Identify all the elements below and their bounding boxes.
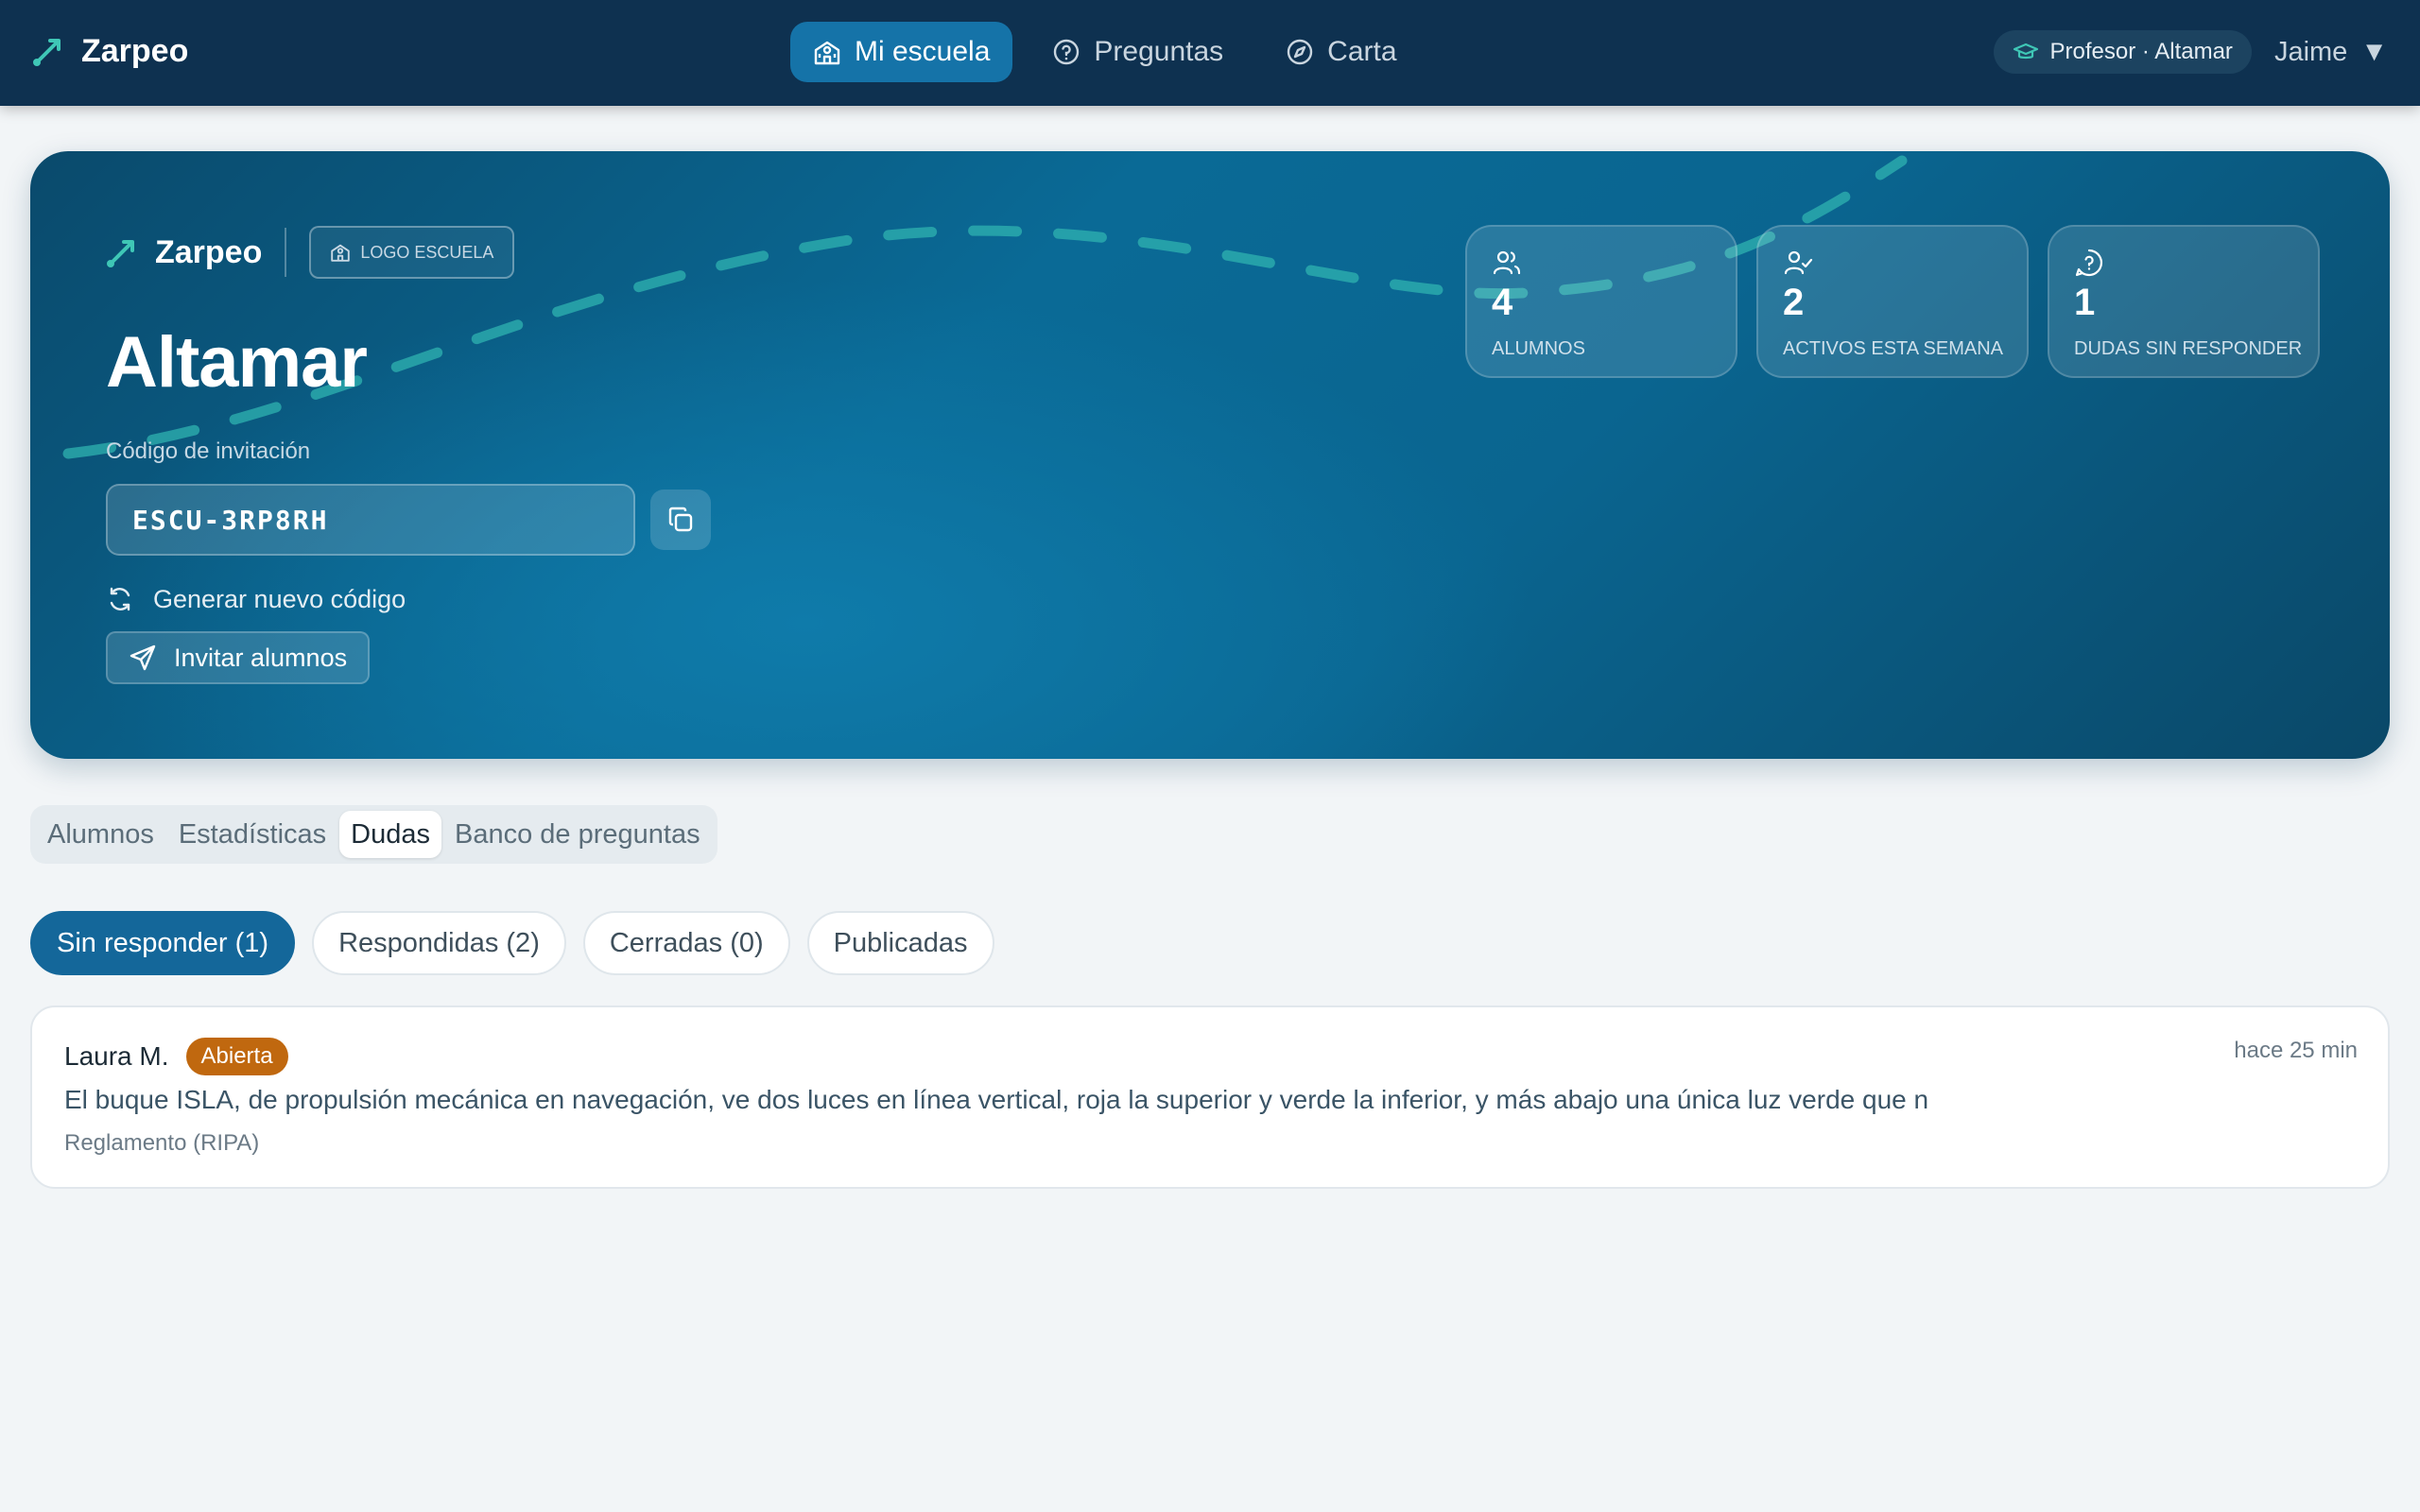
section-tabs: Alumnos Estadísticas Dudas Banco de preg… xyxy=(30,805,717,864)
filter-publicadas[interactable]: Publicadas xyxy=(806,911,994,975)
regenerate-code-button[interactable]: Generar nuevo código xyxy=(106,575,406,624)
user-name: Jaime xyxy=(2273,36,2348,67)
school-hero: Zarpeo LOGO ESCUELA Altamar Código de in… xyxy=(30,151,2390,759)
school-name: Altamar xyxy=(106,322,368,403)
nav-tab-label: Carta xyxy=(1327,36,1397,67)
app-name: Zarpeo xyxy=(81,32,189,69)
filter-cerradas[interactable]: Cerradas (0) xyxy=(582,911,790,975)
school-icon xyxy=(813,38,841,66)
copy-code-button[interactable] xyxy=(650,490,711,550)
logo-placeholder-label: LOGO ESCUELA xyxy=(360,242,494,262)
top-navbar: Zarpeo Mi escuela Preguntas Carta Profes… xyxy=(0,0,2420,106)
app-logo[interactable]: Zarpeo xyxy=(32,28,188,74)
help-circle-icon xyxy=(1052,38,1080,66)
main-nav: Mi escuela Preguntas Carta xyxy=(790,22,1420,82)
user-menu[interactable]: Jaime ▼ xyxy=(2274,37,2388,68)
hero-brand-name: Zarpeo xyxy=(155,233,263,270)
invite-button-label: Invitar alumnos xyxy=(174,643,348,672)
tab-estadisticas[interactable]: Estadísticas xyxy=(167,811,337,858)
stat-card-alumnos: 4 Alumnos xyxy=(1465,225,1737,378)
chevron-down-icon: ▼ xyxy=(2360,36,2388,67)
school-logo-placeholder[interactable]: LOGO ESCUELA xyxy=(309,226,515,279)
stat-value: 4 xyxy=(1492,282,1513,323)
question-card[interactable]: Laura M. Abierta hace 25 min El buque IS… xyxy=(30,1005,2390,1189)
route-logo-icon xyxy=(32,35,64,67)
invite-code-field[interactable]: ESCU-3RP8RH xyxy=(106,484,635,556)
filter-sin-responder[interactable]: Sin responder (1) xyxy=(30,911,296,975)
stat-label: Alumnos xyxy=(1492,338,1585,359)
question-category: Reglamento (RIPA) xyxy=(64,1130,260,1156)
tab-dudas[interactable]: Dudas xyxy=(339,811,441,858)
regenerate-label: Generar nuevo código xyxy=(153,584,406,613)
school-stats: 4 Alumnos 2 Activos esta semana xyxy=(1465,225,2320,378)
copy-icon xyxy=(666,505,696,535)
stat-label: Activos esta semana xyxy=(1783,338,2004,359)
send-icon xyxy=(129,644,157,672)
users-icon xyxy=(1492,248,1711,278)
filter-respondidas[interactable]: Respondidas (2) xyxy=(312,911,566,975)
stat-value: 2 xyxy=(1783,282,1805,323)
brand-divider xyxy=(285,228,287,277)
stat-value: 1 xyxy=(2074,282,2096,323)
refresh-icon xyxy=(106,585,134,613)
nav-tab-preguntas[interactable]: Preguntas xyxy=(1029,22,1246,82)
message-question-icon xyxy=(2074,248,2293,278)
compass-icon xyxy=(1286,38,1314,66)
user-check-icon xyxy=(1783,248,2002,278)
nav-tab-label: Preguntas xyxy=(1094,36,1224,67)
stat-card-activos: 2 Activos esta semana xyxy=(1756,225,2029,378)
nav-tab-label: Mi escuela xyxy=(855,36,991,67)
invite-code-label: Código de invitación xyxy=(106,438,311,464)
role-label: Profesor · Altamar xyxy=(2049,39,2233,64)
tab-alumnos[interactable]: Alumnos xyxy=(36,811,165,858)
nav-right: Profesor · Altamar Jaime ▼ xyxy=(1993,30,2388,74)
question-timestamp: hace 25 min xyxy=(2234,1038,2358,1063)
stat-label: Dudas sin responder xyxy=(2074,338,2303,359)
nav-tab-carta[interactable]: Carta xyxy=(1263,22,1419,82)
hero-brand: Zarpeo LOGO ESCUELA xyxy=(106,226,515,279)
status-badge: Abierta xyxy=(185,1038,288,1075)
question-header: Laura M. Abierta xyxy=(64,1038,288,1075)
question-author: Laura M. xyxy=(64,1041,169,1071)
school-icon xyxy=(330,242,351,263)
graduation-cap-icon xyxy=(2013,42,2039,62)
route-logo-icon xyxy=(106,236,138,268)
question-filters: Sin responder (1) Respondidas (2) Cerrad… xyxy=(30,911,994,975)
stat-card-dudas: 1 Dudas sin responder xyxy=(2048,225,2320,378)
nav-tab-mi-escuela[interactable]: Mi escuela xyxy=(790,22,1013,82)
invite-students-button[interactable]: Invitar alumnos xyxy=(106,631,371,684)
tab-banco-de-preguntas[interactable]: Banco de preguntas xyxy=(443,811,712,858)
question-text: El buque ISLA, de propulsión mecánica en… xyxy=(64,1085,1929,1114)
role-badge: Profesor · Altamar xyxy=(1993,30,2252,74)
